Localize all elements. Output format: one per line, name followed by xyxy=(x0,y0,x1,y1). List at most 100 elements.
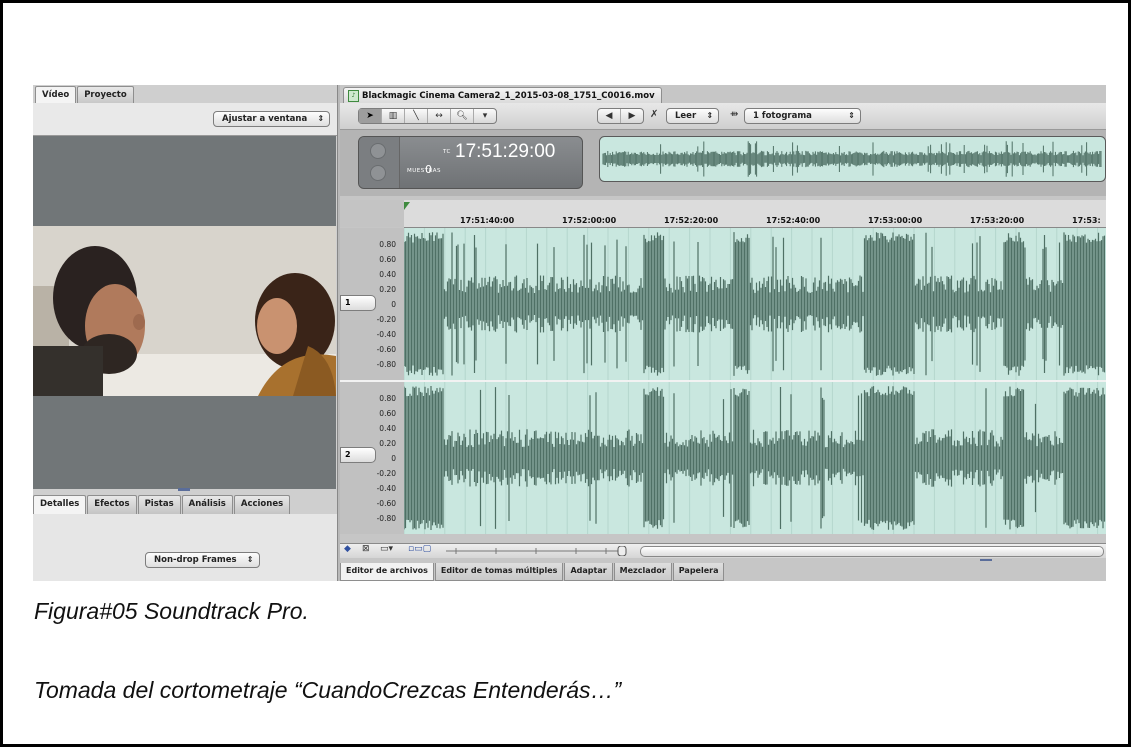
tab-bin[interactable]: Papelera xyxy=(672,563,725,581)
amplitude-label: -0.80 xyxy=(376,514,396,523)
zoom-slider[interactable] xyxy=(446,546,636,556)
select-arrows-icon: ⇕ xyxy=(848,111,855,120)
tab-file-editor[interactable]: Editor de archivos xyxy=(340,563,434,581)
play-icon[interactable]: ▶ xyxy=(621,109,643,123)
ruler-tick: 17:52:20:00 xyxy=(664,216,719,225)
overview-area: TC 17:51:29:00 MUESTRAS 0 xyxy=(340,130,1106,196)
tool-menu-icon[interactable]: ▾ xyxy=(474,109,496,123)
timecode-value: 17:51:29:00 xyxy=(455,141,556,162)
fit-to-window-label: Ajustar a ventana xyxy=(222,114,308,124)
amplitude-label: 0 xyxy=(391,454,396,463)
file-editor-panel: ♪ Blackmagic Cinema Camera2_1_2015-03-08… xyxy=(340,85,1106,581)
fade-icon[interactable]: ⊠ xyxy=(362,544,370,554)
track-2-wave-svg xyxy=(404,382,1106,534)
tab-analysis[interactable]: Análisis xyxy=(181,495,233,514)
track-1-wave-svg xyxy=(404,228,1106,380)
panel-resize-handle[interactable] xyxy=(178,488,190,491)
track-height-icon[interactable]: ▫▭▢ xyxy=(408,544,431,554)
samples-value: 0 xyxy=(425,163,432,176)
nudge-amount-label: 1 fotograma xyxy=(753,111,812,121)
video-options-bar: Ajustar a ventana ⇕ xyxy=(33,103,337,136)
track-2-number[interactable]: 2 xyxy=(340,447,376,463)
zoom-icon[interactable]: 🔍︎ xyxy=(451,109,474,123)
amplitude-label: 0.80 xyxy=(379,240,396,249)
amplitude-label: -0.60 xyxy=(376,499,396,508)
track-1-scale: 0.80 0.60 0.40 0.20 0 -0.20 -0.40 -0.60 … xyxy=(340,228,405,380)
track-2-waveform[interactable] xyxy=(404,382,1106,534)
ruler-corner xyxy=(340,200,404,227)
editor-toolbar: ➤ ▥ ╲ ↔ 🔍︎ ▾ ◀ ▶ ✗ Leer ⇕ ⇻ 1 fotograma … xyxy=(340,103,1106,130)
select-arrows-icon: ⇕ xyxy=(317,114,325,123)
ruler-tick: 17:53: xyxy=(1072,216,1101,225)
video-still-image xyxy=(33,226,336,396)
audio-file-icon: ♪ xyxy=(348,90,359,102)
timecode-label: TC xyxy=(443,149,451,155)
timecode-format-select[interactable]: Non-drop Frames ⇕ xyxy=(145,552,260,568)
left-bottom-tabbar: Detalles Efectos Pistas Análisis Accione… xyxy=(33,495,291,514)
timeslice-icon[interactable]: ↔ xyxy=(428,109,451,123)
track-1-number[interactable]: 1 xyxy=(340,295,376,311)
soundtrack-pro-window: Vídeo Proyecto Ajustar a ventana ⇕ Detal… xyxy=(33,85,1106,581)
samples-mode-knob[interactable] xyxy=(370,165,386,181)
ruler-tick: 17:53:20:00 xyxy=(970,216,1025,225)
tab-multitake-editor[interactable]: Editor de tomas múltiples xyxy=(434,563,564,581)
nudge-amount-select[interactable]: 1 fotograma ⇕ xyxy=(744,108,861,124)
ruler-tick: 17:52:00:00 xyxy=(562,216,617,225)
pin-icon[interactable]: ✗ xyxy=(650,108,658,122)
timecode-format-label: Non-drop Frames xyxy=(154,555,237,565)
select-arrows-icon: ⇕ xyxy=(246,555,254,564)
amplitude-label: 0 xyxy=(391,300,396,309)
left-top-tabbar: Vídeo Proyecto xyxy=(35,86,135,105)
arrow-icon[interactable]: ➤ xyxy=(359,109,382,123)
amplitude-label: -0.40 xyxy=(376,484,396,493)
snap-icon[interactable]: ◆ xyxy=(344,544,351,554)
timecode-display: TC 17:51:29:00 MUESTRAS 0 xyxy=(358,136,583,189)
details-pane: Non-drop Frames ⇕ xyxy=(33,514,337,581)
tab-conform[interactable]: Adaptar xyxy=(564,563,613,581)
editor-bottom-bar: ◆ ⊠ ▭▾ ▫▭▢ xyxy=(340,543,1106,558)
amplitude-label: -0.40 xyxy=(376,330,396,339)
panel-resize-handle[interactable] xyxy=(980,559,992,561)
video-frame xyxy=(33,226,336,396)
amplitude-label: 0.60 xyxy=(379,409,396,418)
tab-tracks[interactable]: Pistas xyxy=(137,495,181,514)
select-arrows-icon: ⇕ xyxy=(706,111,714,120)
file-tab[interactable]: ♪ Blackmagic Cinema Camera2_1_2015-03-08… xyxy=(343,87,662,104)
ruler-tick: 17:51:40:00 xyxy=(460,216,515,225)
horizontal-scrollbar[interactable] xyxy=(640,546,1104,557)
read-mode-select[interactable]: Leer ⇕ xyxy=(666,108,720,124)
amplitude-label: 0.40 xyxy=(379,270,396,279)
scrub-icon[interactable]: ▥ xyxy=(382,109,405,123)
amplitude-label: -0.60 xyxy=(376,345,396,354)
rewind-icon[interactable]: ◀ xyxy=(598,109,621,123)
time-ruler[interactable]: 17:51:40:00 17:52:00:00 17:52:20:00 17:5… xyxy=(404,200,1106,228)
amplitude-label: 0.60 xyxy=(379,255,396,264)
tab-details[interactable]: Detalles xyxy=(33,495,87,514)
tab-actions[interactable]: Acciones xyxy=(233,495,291,514)
left-panel: Vídeo Proyecto Ajustar a ventana ⇕ Detal… xyxy=(33,85,338,581)
timecode-knobs xyxy=(359,137,400,188)
amplitude-label: -0.20 xyxy=(376,469,396,478)
tab-mixer[interactable]: Mezclador xyxy=(613,563,672,581)
editor-bottom-tabs: Editor de archivos Editor de tomas múlti… xyxy=(340,563,725,581)
track-1-waveform[interactable] xyxy=(404,228,1106,380)
overview-waveform[interactable] xyxy=(599,136,1106,182)
nudge-icon: ⇻ xyxy=(730,109,739,120)
tool-selector: ➤ ▥ ╲ ↔ 🔍︎ ▾ xyxy=(358,108,497,124)
file-tab-label: Blackmagic Cinema Camera2_1_2015-03-08_1… xyxy=(362,91,655,101)
read-mode-label: Leer xyxy=(675,111,697,121)
amplitude-label: 0.80 xyxy=(379,394,396,403)
amplitude-label: -0.80 xyxy=(376,360,396,369)
fit-to-window-select[interactable]: Ajustar a ventana ⇕ xyxy=(213,111,331,127)
timecode-mode-knob[interactable] xyxy=(370,143,386,159)
amplitude-label: 0.20 xyxy=(379,285,396,294)
tab-effects[interactable]: Efectos xyxy=(87,495,137,514)
transport-controls: ◀ ▶ xyxy=(597,108,644,124)
ruler-tick: 17:53:00:00 xyxy=(868,216,923,225)
video-viewer xyxy=(33,136,336,489)
samples-label: MUESTRAS xyxy=(407,168,441,174)
amplitude-label: 0.20 xyxy=(379,439,396,448)
source-caption: Tomada del cortometraje “CuandoCrezcas E… xyxy=(34,677,622,703)
pencil-icon[interactable]: ╲ xyxy=(405,109,428,123)
ruler-units-icon[interactable]: ▭▾ xyxy=(380,544,393,554)
